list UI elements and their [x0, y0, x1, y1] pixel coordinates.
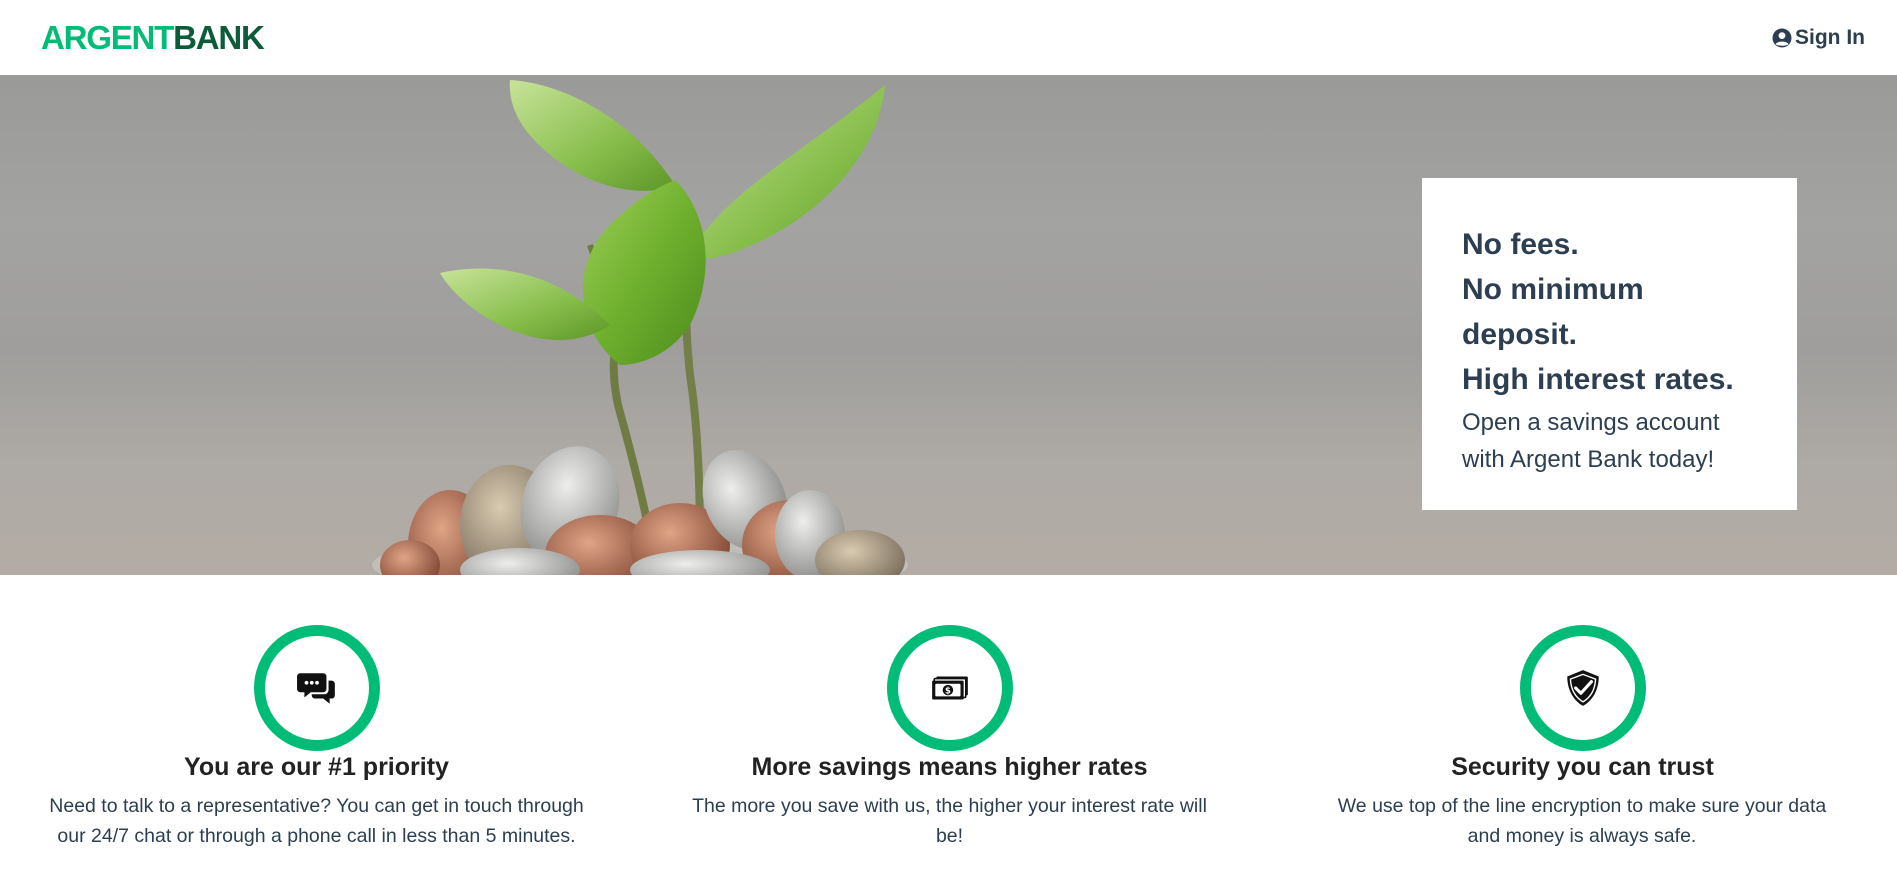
feature-title: You are our #1 priority: [184, 753, 449, 781]
feature-title: Security you can trust: [1451, 753, 1714, 781]
logo-text-argent: ARGENT: [41, 19, 174, 56]
promo-subtitle: High interest rates.: [1462, 363, 1734, 396]
feature-text: The more you save with us, the higher yo…: [692, 795, 1207, 847]
sign-in-label: Sign In: [1795, 25, 1865, 49]
feature-text: Need to talk to a representative? You ca…: [49, 795, 584, 847]
promo-card: No fees. No minimum deposit. High intere…: [1422, 178, 1797, 510]
main-nav: ARGENT BANK Sign In: [0, 0, 1897, 75]
feature-text: We use top of the line encryption to mak…: [1337, 795, 1827, 847]
chat-icon: [254, 625, 380, 751]
argent-bank-logo[interactable]: ARGENT BANK: [41, 19, 265, 56]
features-section: You are our #1 priority Need to talk to …: [0, 575, 1897, 888]
svg-text:$: $: [945, 685, 951, 695]
promo-subtitle: No minimum deposit.: [1462, 273, 1644, 351]
promo-text: Open a savings account with Argent Bank …: [1462, 409, 1720, 473]
hero-banner: No fees. No minimum deposit. High intere…: [0, 75, 1897, 575]
logo-text-bank: BANK: [173, 19, 265, 56]
money-icon: $: [887, 625, 1013, 751]
user-circle-icon: [1772, 28, 1792, 48]
promo-subtitle: No fees.: [1462, 228, 1579, 261]
security-shield-icon: [1520, 625, 1646, 751]
feature-title: More savings means higher rates: [751, 753, 1148, 781]
sign-in-link[interactable]: Sign In: [1772, 26, 1865, 50]
